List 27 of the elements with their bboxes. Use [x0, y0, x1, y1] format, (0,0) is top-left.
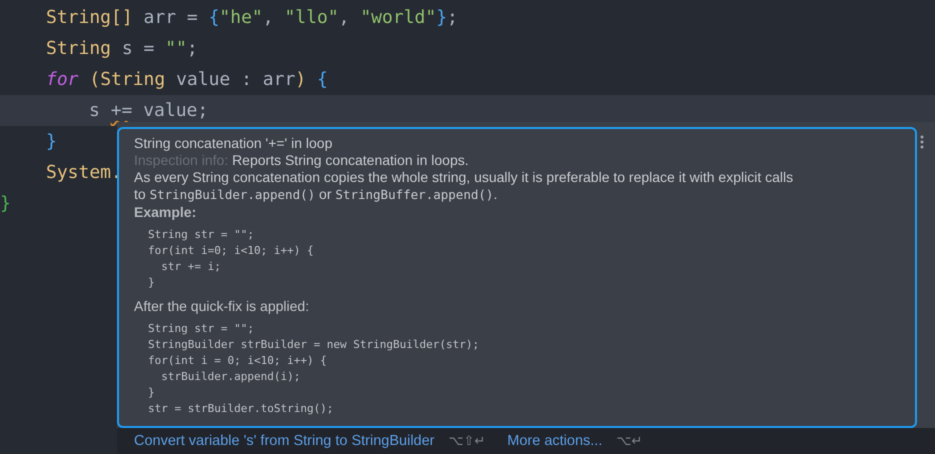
info-text: Reports String concatenation in loops.	[232, 152, 469, 168]
code-example-line: for(int i=0; i<10; i++) {	[147, 243, 315, 259]
section-heading: After the quick-fix is applied:	[134, 297, 310, 316]
description-text: As every String concatenation copies the whole string, usually it is preferable to replace it with explicit calls to StringBuilder.append() or StringBuffer.append().	[134, 169, 794, 203]
quick-fix-link[interactable]: More actions...	[507, 433, 602, 449]
code-example-line: for(int i = 0; i<10; i++) {	[147, 353, 328, 369]
code-line: for (String value : arr) {	[46, 69, 328, 90]
inspection-title: String concatenation '+=' in loop	[134, 135, 334, 152]
code-example-line: StringBuilder strBuilder = new StringBuilder(str);	[147, 337, 480, 353]
code-example-line: strBuilder.append(i);	[160, 369, 302, 385]
code-line: String s = "";	[46, 38, 198, 59]
code-line: }	[0, 193, 11, 214]
code-example-line: String str = "";	[147, 227, 255, 243]
code-example-line: str += i;	[160, 259, 222, 275]
code-example-line: str = strBuilder.toString();	[147, 401, 334, 417]
code-line: System.	[46, 162, 122, 183]
section-heading: Example:	[134, 203, 198, 222]
code-line: s += value;	[89, 100, 208, 121]
code-line: }	[46, 131, 57, 152]
code-example-line: }	[147, 275, 156, 291]
shortcut-hint: ⌥⇧↵	[448, 434, 486, 448]
more-options-icon[interactable]	[920, 135, 924, 149]
code-example-line: String str = "";	[147, 321, 255, 337]
code-example-line: }	[147, 385, 156, 401]
code-line: String[] arr = {"he", "llo", "world"};	[46, 7, 458, 28]
shortcut-hint: ⌥↵	[616, 434, 642, 448]
quick-fix-link[interactable]: Convert variable 's' from String to StringBuilder	[134, 433, 434, 449]
